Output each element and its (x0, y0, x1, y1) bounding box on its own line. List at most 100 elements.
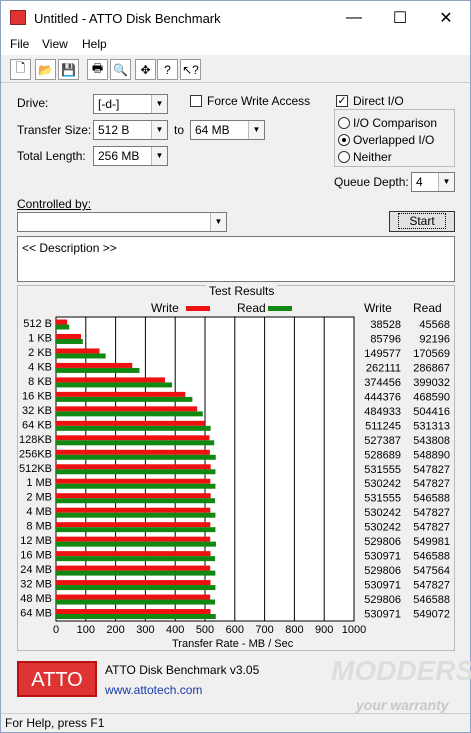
y-tick-label: 48 MB (20, 593, 52, 605)
close-button[interactable]: ✕ (423, 1, 469, 35)
watermark-logo: MODDERS (331, 655, 471, 686)
read-value: 468590 (413, 391, 450, 403)
write-bar (56, 507, 211, 513)
start-button[interactable]: Start (389, 211, 455, 232)
read-value: 170569 (413, 348, 450, 360)
overlapped-io-radio[interactable] (338, 134, 350, 146)
write-value: 38528 (370, 319, 401, 331)
neither-radio[interactable] (338, 151, 350, 163)
y-tick-label: 32 KB (22, 405, 52, 417)
write-value: 530971 (364, 580, 401, 592)
x-tick-label: 300 (136, 624, 154, 636)
transfer-from-select[interactable]: 512 B ▼ (93, 120, 168, 140)
write-value: 149577 (364, 348, 401, 360)
y-tick-label: 64 KB (22, 419, 52, 431)
y-tick-label: 64 MB (20, 608, 52, 620)
title-bar: Untitled - ATTO Disk Benchmark — ☐ ✕ (1, 1, 470, 35)
read-bar (56, 527, 216, 533)
write-value: 511245 (365, 420, 401, 432)
transfer-size-label: Transfer Size: (17, 123, 92, 137)
test-results-panel: Test Results Write Read Write Read 512 B… (17, 284, 455, 651)
new-icon[interactable]: 🗋 (10, 59, 31, 80)
watermark-tagline: your warranty (356, 697, 449, 713)
menu-file[interactable]: File (10, 37, 29, 51)
chevron-down-icon: ▼ (151, 147, 167, 165)
x-axis-label: Transfer Rate - MB / Sec (172, 638, 294, 650)
write-value: 262111 (366, 362, 401, 374)
write-bar (56, 449, 210, 455)
read-value: 504416 (413, 406, 450, 418)
minimize-button[interactable]: — (331, 1, 377, 35)
controlled-by-label: Controlled by: (17, 197, 92, 211)
io-comparison-radio[interactable] (338, 117, 350, 129)
write-bar (56, 493, 211, 499)
total-length-select[interactable]: 256 MB ▼ (93, 146, 168, 166)
read-bar (56, 512, 216, 518)
write-bar (56, 522, 211, 528)
write-bar (56, 377, 165, 383)
read-bar (56, 382, 173, 388)
read-bar (56, 440, 215, 446)
description-field[interactable]: << Description >> (17, 236, 455, 282)
move-icon[interactable]: ✥ (135, 59, 156, 80)
read-value: 547827 (413, 580, 450, 592)
y-tick-label: 8 KB (28, 376, 52, 388)
y-tick-label: 24 MB (20, 564, 52, 576)
read-bar (56, 599, 216, 605)
x-tick-label: 0 (53, 624, 59, 636)
write-bar (56, 362, 133, 368)
y-tick-label: 256KB (19, 448, 52, 460)
queue-depth-label: Queue Depth: (334, 175, 409, 189)
read-value: 92196 (419, 333, 450, 345)
transfer-to-select[interactable]: 64 MB ▼ (190, 120, 265, 140)
read-bar (56, 556, 216, 562)
read-value: 531313 (413, 420, 450, 432)
menu-help[interactable]: Help (82, 37, 107, 51)
write-value: 531555 (364, 464, 401, 476)
menu-bar: File View Help (1, 35, 470, 55)
x-tick-label: 1000 (342, 624, 366, 636)
total-length-value: 256 MB (98, 149, 140, 163)
y-tick-label: 512 B (23, 318, 52, 330)
x-tick-label: 700 (255, 624, 273, 636)
x-tick-label: 100 (77, 624, 95, 636)
write-value: 484933 (364, 406, 401, 418)
y-tick-label: 32 MB (20, 579, 52, 591)
context-help-icon[interactable]: ↖? (180, 59, 201, 80)
maximize-button[interactable]: ☐ (377, 1, 423, 35)
chevron-down-icon: ▼ (151, 95, 167, 113)
io-comparison-label: I/O Comparison (353, 116, 438, 130)
read-value: 399032 (413, 377, 450, 389)
force-write-checkbox[interactable] (190, 95, 202, 107)
write-bar (56, 594, 211, 600)
save-icon[interactable]: 💾 (58, 59, 79, 80)
window-title: Untitled - ATTO Disk Benchmark (34, 11, 221, 26)
direct-io-checkbox[interactable]: ✓ (336, 95, 348, 107)
results-chart: 512 B 38528 45568 1 KB 85796 92196 2 KB 149577 1… (19, 316, 450, 636)
write-value: 531555 (364, 493, 401, 505)
write-value: 530242 (364, 478, 401, 490)
read-bar (56, 367, 140, 373)
drive-select[interactable]: [-d-] ▼ (93, 94, 168, 114)
open-icon[interactable]: 📂 (35, 59, 56, 80)
read-bar (56, 498, 216, 504)
print-icon[interactable]: 🖶 (87, 59, 108, 80)
y-tick-label: 2 KB (28, 347, 52, 359)
y-tick-label: 2 MB (26, 492, 52, 504)
start-label: Start (398, 213, 446, 229)
x-tick-label: 200 (106, 624, 124, 636)
website-link[interactable]: www.attotech.com (105, 683, 202, 697)
chevron-down-icon: ▼ (248, 121, 264, 139)
queue-depth-select[interactable]: 4 ▼ (411, 172, 455, 192)
read-bar (56, 614, 216, 620)
read-value: 547827 (413, 522, 450, 534)
menu-view[interactable]: View (42, 37, 68, 51)
to-label: to (174, 123, 185, 137)
write-value: 529806 (364, 536, 401, 548)
controlled-by-select[interactable]: ▼ (17, 212, 227, 232)
write-value: 530971 (364, 609, 401, 621)
neither-label: Neither (353, 150, 392, 164)
read-value: 547564 (413, 565, 450, 577)
print-preview-icon[interactable]: 🔍 (110, 59, 131, 80)
help-icon[interactable]: ? (157, 59, 178, 80)
